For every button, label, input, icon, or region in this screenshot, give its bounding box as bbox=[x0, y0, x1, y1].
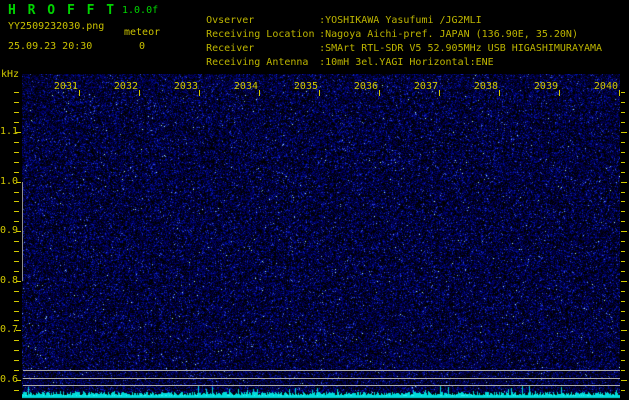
freq-minor-tick-left bbox=[14, 390, 19, 391]
time-tick-label: 2037 bbox=[413, 81, 438, 92]
freq-minor-tick-right bbox=[621, 271, 625, 272]
freq-minor-tick-left bbox=[14, 211, 19, 212]
freq-minor-tick-right bbox=[621, 152, 625, 153]
freq-minor-tick-left bbox=[14, 291, 19, 292]
freq-minor-tick-left bbox=[14, 261, 19, 262]
time-tick-label: 2039 bbox=[533, 81, 558, 92]
freq-minor-tick-right bbox=[621, 162, 625, 163]
freq-minor-tick-right bbox=[621, 350, 625, 351]
freq-minor-tick-left bbox=[14, 122, 19, 123]
freq-minor-tick-left bbox=[14, 221, 19, 222]
freq-minor-tick-right bbox=[621, 241, 625, 242]
carrier-line bbox=[23, 370, 620, 371]
freq-minor-tick-right bbox=[621, 102, 625, 103]
freq-major-tick-right bbox=[621, 231, 627, 232]
time-tick-label: 2035 bbox=[293, 81, 318, 92]
freq-minor-tick-left bbox=[14, 152, 19, 153]
time-tick bbox=[79, 90, 80, 96]
freq-minor-tick-right bbox=[621, 301, 625, 302]
hrofft-screenshot: H R O F F T 1.0.0f YY2509232030.png mete… bbox=[0, 0, 629, 400]
carrier-line bbox=[23, 385, 620, 386]
freq-tick-label: 0.6 bbox=[0, 374, 19, 385]
freq-tick-label: 0.7 bbox=[0, 324, 19, 335]
freq-minor-tick-left bbox=[14, 350, 19, 351]
time-tick bbox=[499, 90, 500, 96]
time-tick bbox=[619, 90, 620, 96]
carrier-line bbox=[23, 378, 620, 379]
freq-minor-tick-left bbox=[14, 112, 19, 113]
freq-major-tick-left bbox=[16, 380, 21, 381]
freq-minor-tick-right bbox=[621, 201, 625, 202]
freq-minor-tick-left bbox=[14, 301, 19, 302]
freq-minor-tick-left bbox=[14, 192, 19, 193]
freq-major-tick-right bbox=[621, 182, 627, 183]
freq-tick-label: 0.9 bbox=[0, 225, 19, 236]
freq-minor-tick-left bbox=[14, 311, 19, 312]
freq-minor-tick-right bbox=[621, 112, 625, 113]
freq-minor-tick-right bbox=[621, 142, 625, 143]
freq-minor-tick-right bbox=[621, 340, 625, 341]
freq-major-tick-left bbox=[16, 231, 21, 232]
freq-minor-tick-right bbox=[621, 122, 625, 123]
freq-minor-tick-left bbox=[14, 102, 19, 103]
freq-minor-tick-left bbox=[14, 360, 19, 361]
freq-major-tick-right bbox=[621, 330, 627, 331]
freq-minor-tick-left bbox=[14, 142, 19, 143]
freq-minor-tick-left bbox=[14, 251, 19, 252]
freq-minor-tick-right bbox=[621, 320, 625, 321]
freq-minor-tick-left bbox=[14, 241, 19, 242]
freq-minor-tick-left bbox=[14, 92, 19, 93]
time-tick-label: 2036 bbox=[353, 81, 378, 92]
freq-minor-tick-right bbox=[621, 360, 625, 361]
time-tick-label: 2034 bbox=[233, 81, 258, 92]
freq-minor-tick-left bbox=[14, 172, 19, 173]
time-tick-label: 2031 bbox=[53, 81, 78, 92]
freq-minor-tick-left bbox=[14, 340, 19, 341]
freq-tick-label: 1.1 bbox=[0, 126, 19, 137]
freq-minor-tick-right bbox=[621, 221, 625, 222]
freq-major-tick-left bbox=[16, 281, 21, 282]
time-tick-label: 2040 bbox=[593, 81, 618, 92]
freq-minor-tick-left bbox=[14, 370, 19, 371]
freq-minor-tick-right bbox=[621, 211, 625, 212]
freq-major-tick-left bbox=[16, 182, 21, 183]
time-tick-label: 2038 bbox=[473, 81, 498, 92]
freq-tick-label: 0.8 bbox=[0, 275, 19, 286]
time-tick-label: 2032 bbox=[113, 81, 138, 92]
time-tick bbox=[319, 90, 320, 96]
axis-ticks-layer: 1.1 1.0 0.9 0.8 0.7 0.6 2031 2032 2033 2034 2035 20… bbox=[0, 0, 629, 400]
freq-major-tick-right bbox=[621, 281, 627, 282]
freq-minor-tick-right bbox=[621, 370, 625, 371]
freq-minor-tick-left bbox=[14, 271, 19, 272]
freq-minor-tick-right bbox=[621, 390, 625, 391]
freq-minor-tick-right bbox=[621, 291, 625, 292]
freq-minor-tick-right bbox=[621, 261, 625, 262]
time-tick bbox=[559, 90, 560, 96]
time-tick bbox=[259, 90, 260, 96]
freq-minor-tick-left bbox=[14, 162, 19, 163]
time-tick-label: 2033 bbox=[173, 81, 198, 92]
freq-major-tick-right bbox=[621, 132, 627, 133]
freq-tick-label: 1.0 bbox=[0, 176, 19, 187]
freq-minor-tick-left bbox=[14, 201, 19, 202]
freq-minor-tick-right bbox=[621, 192, 625, 193]
freq-minor-tick-right bbox=[621, 92, 625, 93]
time-tick bbox=[199, 90, 200, 96]
freq-major-tick-right bbox=[621, 380, 627, 381]
freq-minor-tick-right bbox=[621, 172, 625, 173]
time-tick bbox=[439, 90, 440, 96]
freq-minor-tick-right bbox=[621, 251, 625, 252]
freq-major-tick-left bbox=[16, 132, 21, 133]
time-tick bbox=[139, 90, 140, 96]
time-tick bbox=[379, 90, 380, 96]
freq-minor-tick-left bbox=[14, 320, 19, 321]
freq-major-tick-left bbox=[16, 330, 21, 331]
freq-minor-tick-right bbox=[621, 311, 625, 312]
